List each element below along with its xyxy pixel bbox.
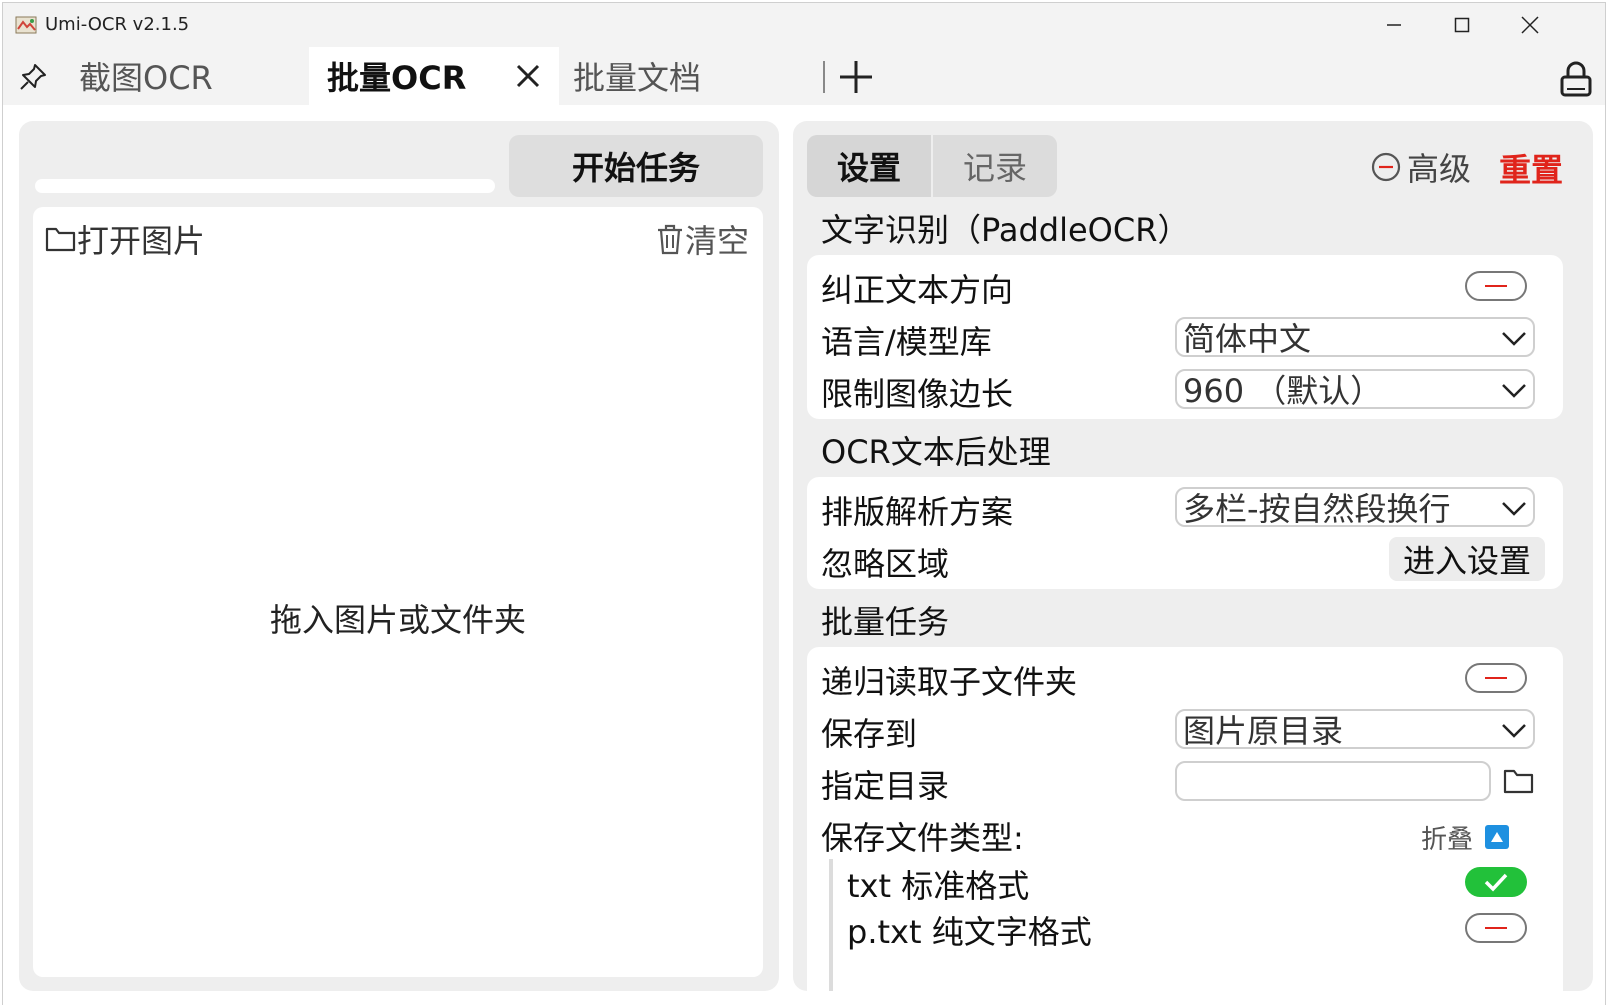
correct-direction-toggle[interactable] — [1465, 271, 1527, 301]
clear-button[interactable]: 清空 — [655, 219, 749, 260]
advanced-label: 高级 — [1407, 150, 1472, 188]
layout-select[interactable]: 多栏-按自然段换行 — [1175, 487, 1535, 528]
layout-label: 排版解析方案 — [821, 493, 1014, 531]
tab-batch-ocr[interactable]: 批量OCR — [309, 47, 559, 105]
reset-button[interactable]: 重置 — [1499, 145, 1563, 191]
content-area: 开始任务 打开图片 清空 拖入图片或文件夹 设置 记录 高级 重置 文字识别（P… — [3, 105, 1605, 1006]
clear-label: 清空 — [684, 222, 749, 260]
lock-icon[interactable] — [1559, 61, 1593, 97]
post-settings-card: 排版解析方案 多栏-按自然段换行 忽略区域 进入设置 — [807, 477, 1563, 589]
title-bar: Umi-OCR v2.1.5 — [3, 3, 1605, 47]
language-label: 语言/模型库 — [821, 323, 992, 361]
recursive-toggle[interactable] — [1465, 663, 1527, 693]
maximize-button[interactable] — [1427, 3, 1497, 47]
custom-dir-label: 指定目录 — [821, 767, 950, 805]
save-to-label: 保存到 — [821, 715, 918, 753]
ignore-area-label: 忽略区域 — [821, 545, 950, 583]
layout-value: 多栏-按自然段换行 — [1183, 490, 1451, 528]
ocr-settings-card: 纠正文本方向 语言/模型库 简体中文 限制图像边长 960 （默认） — [807, 255, 1563, 419]
limit-side-select[interactable]: 960 （默认） — [1175, 369, 1535, 410]
chevron-down-icon — [1502, 332, 1526, 346]
open-images-button[interactable]: 打开图片 — [45, 219, 206, 260]
save-to-value: 图片原目录 — [1183, 712, 1344, 750]
minimize-button[interactable] — [1359, 3, 1429, 47]
file-types-indent — [829, 859, 833, 991]
image-drop-area[interactable]: 打开图片 清空 拖入图片或文件夹 — [33, 207, 763, 977]
tab-label: 批量OCR — [327, 59, 467, 97]
batch-settings-card: 递归读取子文件夹 保存到 图片原目录 指定目录 保存文件类型: 折叠 txt 标… — [807, 647, 1563, 991]
limit-side-label: 限制图像边长 — [821, 375, 1014, 413]
section-title-batch: 批量任务 — [821, 603, 950, 641]
right-panel: 设置 记录 高级 重置 文字识别（PaddleOCR） 纠正文本方向 语言/模型… — [793, 121, 1593, 991]
close-window-button[interactable] — [1495, 3, 1565, 47]
tab-close-icon[interactable] — [513, 61, 543, 91]
tab-label: 截图OCR — [79, 59, 213, 97]
collapse-button[interactable]: 折叠 — [1421, 821, 1510, 855]
browse-folder-icon[interactable] — [1503, 767, 1535, 795]
open-images-label: 打开图片 — [77, 222, 206, 260]
collapse-up-icon — [1485, 825, 1510, 849]
save-to-select[interactable]: 图片原目录 — [1175, 709, 1535, 750]
chevron-down-icon — [1502, 502, 1526, 516]
ignore-area-settings-button[interactable]: 进入设置 — [1389, 537, 1545, 581]
tab-batch-document[interactable]: 批量文档 — [573, 47, 813, 105]
tab-separator — [823, 61, 825, 93]
checkmark-icon — [1484, 873, 1508, 892]
chevron-down-icon — [1502, 384, 1526, 398]
tab-bar: 截图OCR 批量OCR 批量文档 — [3, 47, 1605, 105]
tab-settings[interactable]: 设置 — [807, 135, 931, 197]
recursive-label: 递归读取子文件夹 — [821, 663, 1078, 701]
start-task-button[interactable]: 开始任务 — [509, 135, 763, 197]
file-type-ptxt-toggle[interactable] — [1465, 913, 1527, 943]
tab-label: 批量文档 — [573, 59, 702, 97]
progress-bar — [35, 179, 495, 193]
window-title: Umi-OCR v2.1.5 — [45, 14, 190, 35]
limit-side-value: 960 （默认） — [1183, 372, 1383, 410]
app-logo-icon — [15, 16, 37, 34]
trash-icon — [657, 224, 682, 255]
section-title-post: OCR文本后处理 — [821, 433, 1051, 471]
app-window: Umi-OCR v2.1.5 截图OCR 批量OCR 批量文档 开始任务 打开图… — [2, 2, 1606, 1006]
file-type-txt-toggle[interactable] — [1465, 867, 1527, 897]
custom-dir-input[interactable] — [1175, 761, 1491, 801]
add-tab-icon[interactable] — [838, 59, 874, 95]
minimize-icon — [1387, 24, 1401, 26]
drop-hint-text: 拖入图片或文件夹 — [269, 601, 526, 639]
collapse-label: 折叠 — [1421, 824, 1474, 855]
file-types-label: 保存文件类型: — [821, 819, 1024, 857]
file-type-txt-label: txt 标准格式 — [847, 867, 1030, 905]
advanced-toggle[interactable]: 高级 — [1371, 147, 1472, 188]
tab-records[interactable]: 记录 — [933, 135, 1057, 197]
language-select[interactable]: 简体中文 — [1175, 317, 1535, 358]
left-panel: 开始任务 打开图片 清空 拖入图片或文件夹 — [19, 121, 779, 991]
advanced-toggle-icon — [1371, 152, 1401, 182]
section-title-ocr: 文字识别（PaddleOCR） — [821, 211, 1190, 249]
maximize-icon — [1454, 17, 1470, 33]
close-icon — [1521, 16, 1539, 34]
chevron-down-icon — [1502, 724, 1526, 738]
pin-icon[interactable] — [17, 61, 49, 93]
tab-screenshot-ocr[interactable]: 截图OCR — [79, 47, 307, 105]
folder-icon — [45, 227, 76, 252]
file-type-ptxt-label: p.txt 纯文字格式 — [847, 913, 1092, 951]
correct-direction-label: 纠正文本方向 — [821, 271, 1014, 309]
language-value: 简体中文 — [1183, 320, 1312, 358]
